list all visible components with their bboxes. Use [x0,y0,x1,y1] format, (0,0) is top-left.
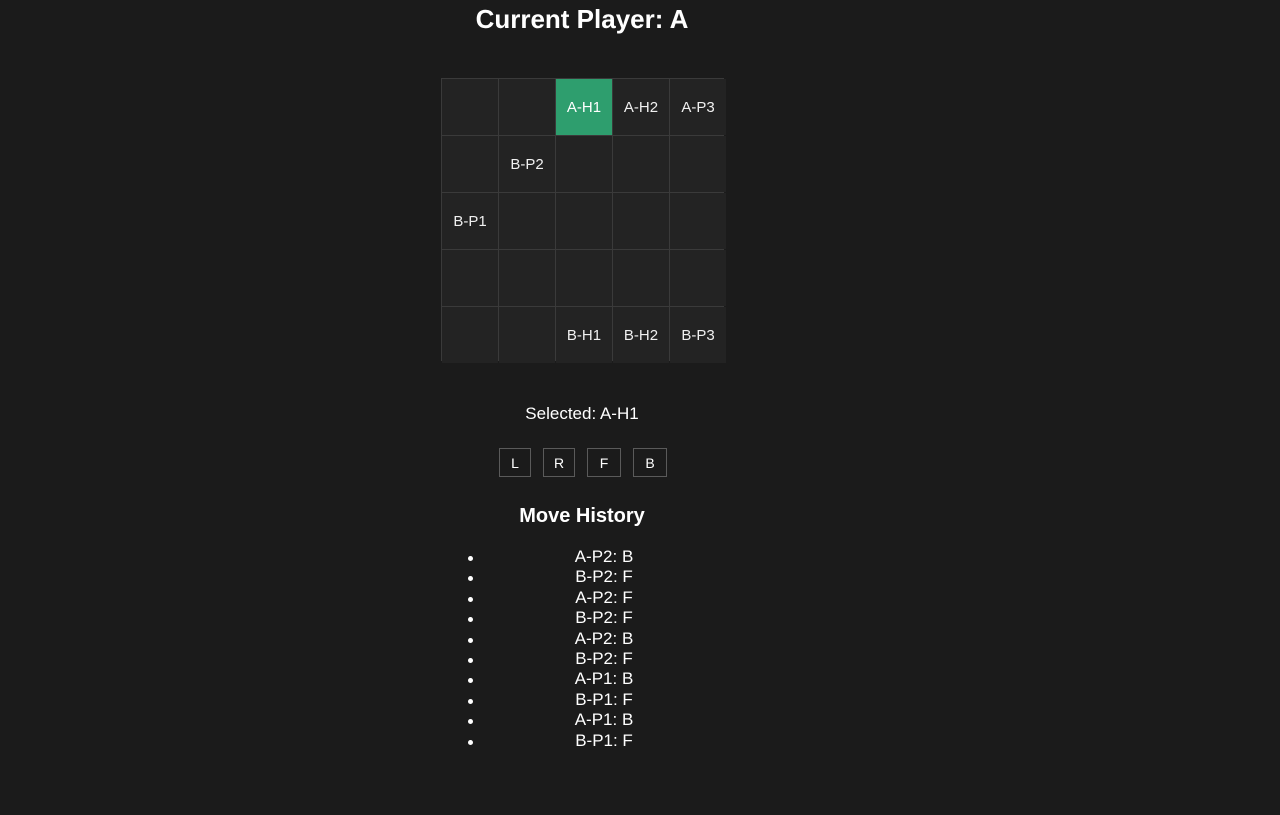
history-item-text: A-P2: F [575,587,633,607]
board-cell[interactable] [556,136,612,192]
history-item: A-P2: B [468,547,738,567]
board-cell[interactable] [499,307,555,363]
bullet-icon [468,596,473,602]
board-cell[interactable] [442,136,498,192]
history-item-text: B-P1: F [575,689,633,709]
board-cell[interactable]: A-H2 [613,79,669,135]
selected-piece-label: Selected: A-H1 [525,404,639,423]
board-cell[interactable]: B-P3 [670,307,726,363]
board-cell[interactable] [613,193,669,249]
board-cell[interactable] [670,193,726,249]
board-cell[interactable] [499,250,555,306]
history-item-text: A-P2: B [574,628,634,648]
bullet-icon [468,678,473,684]
bullet-icon [468,739,473,745]
board-cell[interactable] [556,193,612,249]
board-cell[interactable] [670,136,726,192]
board-cell[interactable] [442,307,498,363]
game-board: A-H1 A-H2 A-P3 B-P2 B-P1 B-H1 B-H2 B-P3 [441,78,726,363]
history-item: A-P2: F [468,587,738,608]
history-item-text: B-P2: F [575,567,633,587]
bullet-icon [468,657,473,663]
board-cell[interactable]: B-P2 [499,136,555,192]
move-forward-button[interactable]: F [587,448,621,477]
history-item: B-P2: F [468,648,738,669]
board-cell[interactable]: A-P3 [670,79,726,135]
bullet-icon [468,617,473,623]
board-cell[interactable]: A-H1 [556,79,612,135]
history-item: B-P1: F [468,689,738,710]
bullet-icon [468,576,473,582]
history-item: B-P1: F [468,730,738,751]
history-item-text: B-P2: F [575,648,633,668]
history-item-text: B-P1: F [575,730,633,750]
bullet-icon [468,556,473,561]
history-item: B-P2: F [468,567,738,587]
move-right-button[interactable]: R [543,448,575,477]
move-history-title: Move History [519,505,645,527]
history-item-text: A-P2: B [574,547,634,566]
bullet-icon [468,698,473,704]
history-item-text: A-P1: B [574,669,634,689]
move-left-button[interactable]: L [499,448,531,477]
move-back-button[interactable]: B [633,448,667,477]
history-item-text: B-P2: F [575,608,633,628]
move-history-list: A-P2: B B-P2: F A-P2: F B-P2: F A-P2: B B-P2:… [468,547,738,751]
board-cell[interactable] [442,250,498,306]
history-item: B-P2: F [468,608,738,628]
board-cell[interactable] [613,250,669,306]
board-cell[interactable]: B-H1 [556,307,612,363]
board-cell[interactable]: B-H2 [613,307,669,363]
history-item: A-P1: B [468,669,738,689]
current-player-title: Current Player: A [475,4,689,34]
history-item: A-P2: B [468,628,738,649]
board-cell[interactable] [556,250,612,306]
game-page: Current Player: A A-H1 A-H2 A-P3 B-P2 B-P1 B-… [0,0,1280,815]
board-cell[interactable] [613,136,669,192]
board-cell[interactable] [670,250,726,306]
history-item: A-P1: B [468,710,738,730]
board-cell[interactable]: B-P1 [442,193,498,249]
board-cell[interactable] [499,79,555,135]
move-controls: L R F B [499,448,667,477]
bullet-icon [468,637,473,643]
board-cell[interactable] [499,193,555,249]
board-cell[interactable] [442,79,498,135]
bullet-icon [468,719,473,725]
history-item-text: A-P1: B [574,710,634,730]
